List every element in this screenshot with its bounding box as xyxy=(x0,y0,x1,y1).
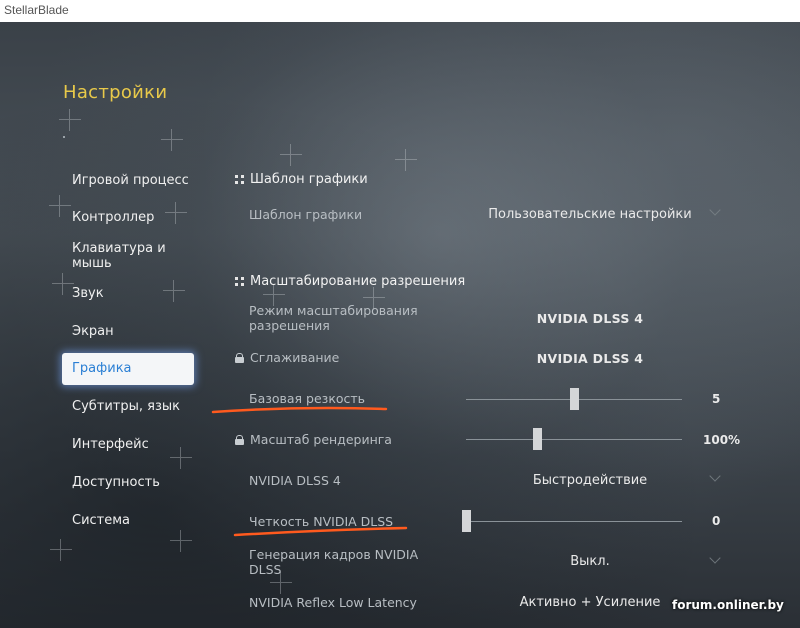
section-title: Шаблон графики xyxy=(250,172,368,187)
setting-label: NVIDIA DLSS 4 xyxy=(249,473,341,488)
settings-sidebar: Игровой процесс Контроллер Клавиатура и мы… xyxy=(62,164,194,542)
slider-value: 0 xyxy=(712,514,721,528)
crosshair-decoration xyxy=(59,109,81,131)
crosshair-decoration xyxy=(280,144,302,166)
grid-dots-icon xyxy=(235,175,244,184)
chevron-down-icon[interactable] xyxy=(709,470,721,482)
section-title: Масштабирование разрешения xyxy=(250,274,466,289)
reflex-value[interactable]: Активно + Усиление xyxy=(500,595,680,610)
sidebar-item[interactable]: Контроллер xyxy=(62,202,194,234)
sidebar-item[interactable]: Интерфейс xyxy=(62,429,194,461)
setting-label: Шаблон графики xyxy=(249,207,363,222)
sidebar-item[interactable]: Графика xyxy=(62,352,194,385)
setting-label-line: разрешения xyxy=(249,318,330,333)
frame-gen-value[interactable]: Выкл. xyxy=(500,554,680,569)
slider-thumb[interactable] xyxy=(462,510,471,532)
sidebar-item[interactable]: Система xyxy=(62,504,194,536)
setting-label: Четкость NVIDIA DLSS xyxy=(249,514,394,529)
slider-thumb[interactable] xyxy=(570,388,579,410)
setting-label: Генерация кадров NVIDIA DLSS xyxy=(249,547,418,577)
slider-track[interactable] xyxy=(466,521,682,522)
window-title: StellarBlade xyxy=(4,3,69,17)
lock-icon xyxy=(235,434,244,445)
preset-value[interactable]: Пользовательские настройки xyxy=(480,207,700,222)
slider-value: 100% xyxy=(703,433,741,447)
slider-thumb[interactable] xyxy=(533,428,543,450)
crosshair-decoration xyxy=(161,129,183,151)
setting-label-line: Режим масштабирования xyxy=(249,303,418,318)
setting-label-line: DLSS xyxy=(249,562,282,577)
crosshair-decoration xyxy=(395,149,417,171)
chevron-down-icon[interactable] xyxy=(709,204,721,216)
setting-label: Масштаб рендеринга xyxy=(235,432,392,447)
setting-label: NVIDIA Reflex Low Latency xyxy=(249,595,417,610)
grid-dots-icon xyxy=(235,277,244,286)
lock-icon xyxy=(235,352,244,363)
chevron-down-icon[interactable] xyxy=(709,552,721,564)
slider-value: 5 xyxy=(712,392,721,406)
section-header-scaling: Масштабирование разрешения xyxy=(235,274,465,289)
section-header-preset: Шаблон графики xyxy=(235,172,368,187)
game-settings-screen: Настройки Игровой процесс Контроллер Клави… xyxy=(0,22,800,628)
antialiasing-value[interactable]: NVIDIA DLSS 4 xyxy=(500,351,680,366)
setting-label: Режим масштабирования разрешения xyxy=(249,303,418,333)
page-title: Настройки xyxy=(63,82,168,103)
sidebar-item[interactable]: Субтитры, язык xyxy=(62,391,194,423)
sidebar-item[interactable]: Доступность xyxy=(62,466,194,498)
sidebar-item[interactable]: Звук xyxy=(62,277,194,309)
watermark: forum.onliner.by xyxy=(672,598,784,612)
window-title-bar: StellarBlade xyxy=(0,0,800,22)
scaling-mode-value[interactable]: NVIDIA DLSS 4 xyxy=(500,311,680,326)
setting-label-text: Сглаживание xyxy=(250,350,340,365)
decorative-dot xyxy=(63,136,65,138)
setting-label: Сглаживание xyxy=(235,350,339,365)
sidebar-item[interactable]: Экран xyxy=(62,315,194,347)
sidebar-item[interactable]: Клавиатура и мышь xyxy=(62,240,194,272)
slider-track[interactable] xyxy=(466,439,682,440)
setting-label-line: Генерация кадров NVIDIA xyxy=(249,547,419,562)
annotation-underline xyxy=(211,406,388,414)
crosshair-decoration xyxy=(50,539,72,561)
dlss-mode-value[interactable]: Быстродействие xyxy=(500,473,680,488)
sidebar-item[interactable]: Игровой процесс xyxy=(62,164,194,196)
setting-label-text: Масштаб рендеринга xyxy=(250,432,392,447)
setting-label: Базовая резкость xyxy=(249,391,366,406)
